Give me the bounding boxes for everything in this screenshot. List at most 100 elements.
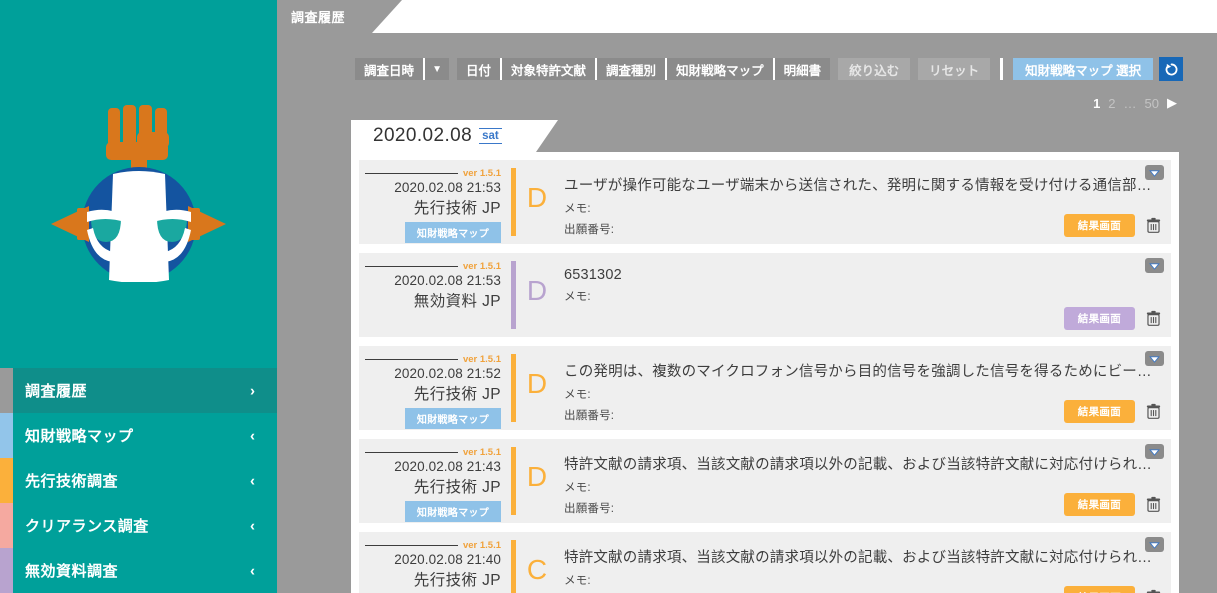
trash-icon [1146,403,1161,419]
column-button-specification[interactable]: 明細書 [774,58,831,80]
pagination-current-page[interactable]: 1 [1093,96,1100,111]
sidebar-item-color-stripe [0,503,13,548]
survey-history-card[interactable]: ver 1.5.1 2020.02.08 21:43 先行技術 JP 知財戦略マップ D… [359,439,1171,523]
card-result-screen-button[interactable]: 結果画面 [1063,307,1135,330]
sidebar-item-survey-history[interactable]: 調査履歴 › [0,368,277,413]
pagination: 1 2 … 50 ▶ [1093,95,1177,111]
survey-history-card[interactable]: ver 1.5.12020.02.08 21:40先行技術 JP知財戦略マップC… [359,532,1171,593]
application-root: 調査履歴 › 知財戦略マップ ‹ 先行技術調査 ‹ クリアランス調査 ‹ 無効資料調査 ‹ 調査履… [0,0,1217,593]
card-collapse-toggle[interactable] [1145,258,1164,273]
card-chip-ip-strategy-map[interactable]: 知財戦略マップ [404,408,501,429]
card-version-label: ver 1.5.1 [462,353,501,365]
column-button-ip-strategy-map[interactable]: 知財戦略マップ [667,58,773,80]
card-result-screen-button[interactable]: 結果画面 [1063,214,1135,237]
card-title[interactable]: 6531302 [564,267,1161,283]
chevron-right-icon: › [250,382,255,399]
survey-history-card[interactable]: ver 1.5.1 2020.02.08 21:53 先行技術 JP 知財戦略マップ D… [359,160,1171,244]
card-collapse-toggle[interactable] [1145,537,1164,552]
chevron-down-icon [1149,169,1160,177]
trash-icon [1146,217,1161,233]
card-grade: D [526,461,548,492]
sidebar-item-clearance-search[interactable]: クリアランス調査 ‹ [0,503,277,548]
card-chip-ip-strategy-map[interactable]: 知財戦略マップ [404,222,501,243]
pagination-last-page[interactable]: 50 [1145,96,1159,111]
card-version-rule [365,265,458,267]
card-body: 6531302 メモ: 結果画面 [558,253,1171,337]
trash-icon [1146,496,1161,512]
card-title[interactable]: 特許文献の請求項、当該文献の請求項以外の記載、および当該特許文献に対応付けられ… [564,453,1161,474]
reset-button[interactable]: リセット [918,58,991,80]
card-version-label: ver 1.5.1 [462,167,501,179]
card-chip-ip-strategy-map[interactable]: 知財戦略マップ [404,501,501,522]
card-delete-button[interactable] [1144,402,1163,421]
column-button-date[interactable]: 日付 [457,58,501,80]
survey-history-card[interactable]: ver 1.5.1 2020.02.08 21:53 無効資料 JP D 6531302… [359,253,1171,337]
select-ip-strategy-map-button[interactable]: 知財戦略マップ 選択 [1013,58,1154,80]
trash-icon [1146,589,1161,593]
chevron-down-icon [1149,448,1160,456]
card-datetime: 2020.02.08 21:53 [394,180,501,195]
card-title[interactable]: 特許文献の請求項、当該文献の請求項以外の記載、および当該特許文献に対応付けられ… [564,546,1161,567]
refresh-icon [1165,63,1178,75]
date-group-header: 2020.02.08 sat [351,120,536,152]
card-body: この発明は、複数のマイクロフォン信号から目的信号を強調した信号を得るためにビー…… [558,346,1171,430]
toolbar: 調査日時 ▼ 日付 対象特許文献 調査種別 知財戦略マップ 明細書 絞り込む リ… [277,55,1217,83]
card-left-column: ver 1.5.12020.02.08 21:40先行技術 JP知財戦略マップ [359,532,511,593]
sidebar-item-label: 知財戦略マップ [25,428,134,445]
card-version-row: ver 1.5.1 [365,167,501,179]
card-result-screen-button[interactable]: 結果画面 [1063,400,1135,423]
sort-direction-caret-icon[interactable]: ▼ [425,58,450,80]
card-datetime: 2020.02.08 21:53 [394,273,501,288]
survey-history-card[interactable]: ver 1.5.1 2020.02.08 21:52 先行技術 JP 知財戦略マップ D… [359,346,1171,430]
column-button-target-patent-doc[interactable]: 対象特許文献 [502,58,596,80]
pagination-page-2[interactable]: 2 [1108,96,1115,111]
sidebar-item-ip-strategy-map[interactable]: 知財戦略マップ ‹ [0,413,277,458]
sidebar-item-color-stripe [0,458,13,503]
card-left-column: ver 1.5.1 2020.02.08 21:53 先行技術 JP 知財戦略マップ [359,160,511,244]
card-result-screen-button[interactable]: 結果画面 [1063,586,1135,593]
card-version-row: ver 1.5.1 [365,260,501,272]
pagination-next-icon[interactable]: ▶ [1167,95,1177,111]
card-version-rule [365,172,458,174]
card-body: 特許文献の請求項、当該文献の請求項以外の記載、および当該特許文献に対応付けられ…… [558,439,1171,523]
app-logo [0,92,277,292]
toolbar-divider [1000,58,1004,80]
card-delete-button[interactable] [1144,588,1163,593]
column-button-survey-type[interactable]: 調査種別 [597,58,666,80]
card-collapse-toggle[interactable] [1145,351,1164,366]
card-survey-type: 先行技術 JP [413,386,501,403]
card-grade: D [526,368,548,399]
sidebar-item-prior-art-search[interactable]: 先行技術調査 ‹ [0,458,277,503]
trash-icon [1146,310,1161,326]
card-actions: 結果画面 [1063,214,1163,237]
card-collapse-toggle[interactable] [1145,444,1164,459]
card-version-rule [365,358,458,360]
sidebar-item-label: 先行技術調査 [25,473,119,490]
card-datetime: 2020.02.08 21:40 [394,552,501,567]
card-title[interactable]: ユーザが操作可能なユーザ端末から送信された、発明に関する情報を受け付ける通信部… [564,174,1161,195]
survey-history-list: ver 1.5.1 2020.02.08 21:53 先行技術 JP 知財戦略マップ D… [351,152,1179,593]
sidebar-item-invalidation-search[interactable]: 無効資料調査 ‹ [0,548,277,593]
card-delete-button[interactable] [1144,495,1163,514]
card-collapse-toggle[interactable] [1145,165,1164,180]
card-grade: D [526,182,548,213]
card-survey-type: 先行技術 JP [413,572,501,589]
sidebar-item-label: 調査履歴 [25,383,88,400]
card-delete-button[interactable] [1144,216,1163,235]
tab-label: 調査履歴 [291,10,346,25]
card-delete-button[interactable] [1144,309,1163,328]
chevron-down-icon [1149,355,1160,363]
chevron-down-icon [1149,262,1160,270]
card-title[interactable]: この発明は、複数のマイクロフォン信号から目的信号を強調した信号を得るためにビー… [564,360,1161,381]
sidebar-item-color-stripe [0,368,13,413]
card-version-row: ver 1.5.1 [365,353,501,365]
sort-by-survey-datetime-button[interactable]: 調査日時 [355,58,424,80]
card-result-screen-button[interactable]: 結果画面 [1063,493,1135,516]
card-survey-type: 無効資料 JP [413,293,501,310]
date-group-label: 2020.02.08 [373,125,473,146]
filter-button[interactable]: 絞り込む [838,58,911,80]
card-version-rule [365,451,458,453]
refresh-button[interactable] [1159,57,1184,81]
card-datetime: 2020.02.08 21:52 [394,366,501,381]
tab-survey-history[interactable]: 調査履歴 [277,0,372,33]
